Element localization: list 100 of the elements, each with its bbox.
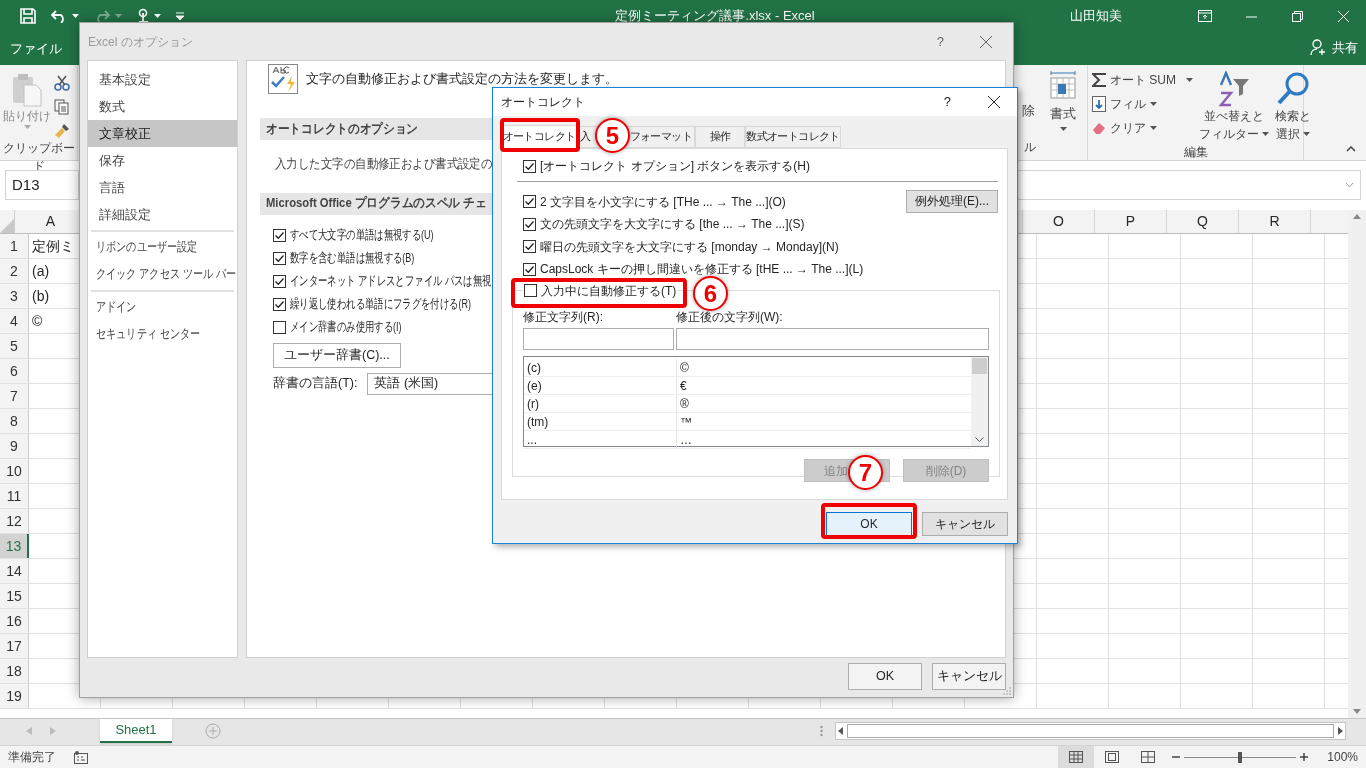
scroll-thumb[interactable] <box>972 358 987 374</box>
row-header[interactable]: 19 <box>0 684 29 708</box>
row-header[interactable]: 7 <box>0 384 29 408</box>
checkbox[interactable] <box>273 251 286 265</box>
row-header[interactable]: 2 <box>0 259 29 283</box>
checkbox[interactable] <box>273 228 286 242</box>
checkbox[interactable] <box>523 240 536 254</box>
collapse-ribbon-icon[interactable] <box>1346 146 1356 152</box>
row-header[interactable]: 12 <box>0 509 29 533</box>
row-header[interactable]: 17 <box>0 634 29 658</box>
row-header[interactable]: 15 <box>0 584 29 608</box>
select-all-button[interactable] <box>0 210 15 233</box>
column-header[interactable]: R <box>1239 210 1311 233</box>
checkbox[interactable] <box>523 195 536 209</box>
file-tab[interactable]: ファイル <box>0 32 72 65</box>
caret-icon <box>1059 126 1067 131</box>
scissors-icon[interactable] <box>54 75 70 91</box>
row-header[interactable]: 18 <box>0 659 29 683</box>
add-sheet-icon[interactable] <box>205 723 221 739</box>
exceptions-button[interactable]: 例外処理(E)... <box>906 189 998 213</box>
replace-field[interactable] <box>523 328 674 350</box>
zoom-level[interactable]: 100% <box>1308 748 1366 766</box>
help-button[interactable]: ? <box>936 31 944 52</box>
row-header[interactable]: 5 <box>0 334 29 358</box>
tab[interactable]: 数式オートコレクト <box>745 126 841 148</box>
row-header[interactable]: 10 <box>0 459 29 483</box>
dialog-button[interactable]: OK <box>826 512 912 536</box>
row-header[interactable]: 13 <box>0 534 29 558</box>
row-header[interactable]: 3 <box>0 284 29 308</box>
checkbox[interactable] <box>523 159 536 173</box>
column-header[interactable]: P <box>1095 210 1167 233</box>
scroll-down-icon[interactable] <box>975 437 984 442</box>
scroll-down-icon[interactable] <box>1353 709 1361 714</box>
page-layout-icon[interactable] <box>1105 751 1119 763</box>
close-icon[interactable] <box>988 96 1000 108</box>
replacement-list[interactable]: (c) © (e) € (r) ® (tm) ™ ... … <box>523 356 989 447</box>
tab[interactable]: 操作 <box>695 126 745 148</box>
dialog-button[interactable]: OK <box>848 663 922 690</box>
nav-item[interactable]: 基本設定 <box>88 66 237 93</box>
normal-view-icon[interactable] <box>1069 751 1083 763</box>
with-field[interactable] <box>676 328 989 350</box>
caret-icon <box>115 14 122 18</box>
delete-button[interactable]: 除 <box>1022 100 1035 120</box>
fill-button[interactable]: フィル <box>1092 95 1193 113</box>
zoom-out-icon[interactable] <box>1172 753 1180 761</box>
row-header[interactable]: 16 <box>0 609 29 633</box>
macro-record-icon[interactable] <box>74 750 88 764</box>
row-header[interactable]: 9 <box>0 434 29 458</box>
sort-filter-button[interactable]: 並べ替えと フィルター <box>1199 71 1269 143</box>
next-sheet-icon[interactable] <box>50 727 56 735</box>
row-header[interactable]: 8 <box>0 409 29 433</box>
dialog-button[interactable]: キャンセル <box>932 663 1006 690</box>
nav-item[interactable]: 保存 <box>88 147 237 174</box>
help-button[interactable]: ? <box>943 92 951 112</box>
tab[interactable]: オートコレクト <box>501 125 577 149</box>
horizontal-scrollbar[interactable] <box>835 722 1346 740</box>
page-break-icon[interactable] <box>1141 751 1155 763</box>
dialog-button[interactable]: キャンセル <box>922 512 1008 536</box>
vertical-scrollbar[interactable] <box>971 357 988 446</box>
zoom-slider[interactable] <box>1184 751 1296 763</box>
scroll-left-icon[interactable] <box>838 727 843 735</box>
share-button[interactable]: 共有 <box>1332 37 1358 57</box>
checkbox-label: すべて大文字の単語は無視する(U) <box>290 226 434 244</box>
scroll-right-icon[interactable] <box>1338 727 1343 735</box>
nav-item[interactable]: 言語 <box>88 174 237 201</box>
checkbox[interactable] <box>523 217 536 231</box>
nav-item[interactable]: 数式 <box>88 93 237 120</box>
find-select-button[interactable]: 検索と 選択 <box>1275 71 1311 143</box>
column-header[interactable]: Q <box>1167 210 1239 233</box>
clear-button[interactable]: クリア <box>1092 119 1193 137</box>
vertical-scrollbar[interactable] <box>1348 210 1366 718</box>
checkbox[interactable] <box>273 297 286 311</box>
row-header[interactable]: 1 <box>0 234 29 258</box>
checkbox[interactable] <box>523 262 536 276</box>
nav-item[interactable]: 詳細設定 <box>88 201 237 228</box>
column-header[interactable]: O <box>1023 210 1095 233</box>
checkbox[interactable] <box>273 274 286 288</box>
user-dictionary-button[interactable]: ユーザー辞書(C)... <box>273 342 401 368</box>
save-icon[interactable] <box>20 8 36 24</box>
checkbox[interactable] <box>273 320 286 334</box>
row-header[interactable]: 6 <box>0 359 29 383</box>
sheet-tab[interactable]: Sheet1 <box>100 719 172 743</box>
previous-sheet-icon[interactable] <box>26 727 32 735</box>
nav-item[interactable]: 文章校正 <box>88 120 237 147</box>
ribbon-display-icon[interactable] <box>1198 10 1212 22</box>
copy-icon[interactable] <box>54 99 70 115</box>
zoom-in-icon[interactable] <box>1300 753 1308 761</box>
customize-icon[interactable] <box>175 11 185 21</box>
slider-thumb[interactable] <box>1238 751 1242 763</box>
row-header[interactable]: 14 <box>0 559 29 583</box>
autosum-button[interactable]: オート SUM <box>1092 71 1193 89</box>
row-header[interactable]: 4 <box>0 309 29 333</box>
name-box[interactable]: D13 <box>5 170 79 200</box>
scroll-up-icon[interactable] <box>1353 214 1361 219</box>
window-title: 定例ミーティング議事.xlsx - Excel <box>615 8 815 24</box>
row-header[interactable]: 11 <box>0 484 29 508</box>
format-painter-icon[interactable] <box>54 123 70 139</box>
format-button[interactable]: 書式 <box>1049 71 1077 138</box>
checkbox[interactable] <box>524 284 537 298</box>
restore-icon[interactable] <box>1291 10 1303 22</box>
